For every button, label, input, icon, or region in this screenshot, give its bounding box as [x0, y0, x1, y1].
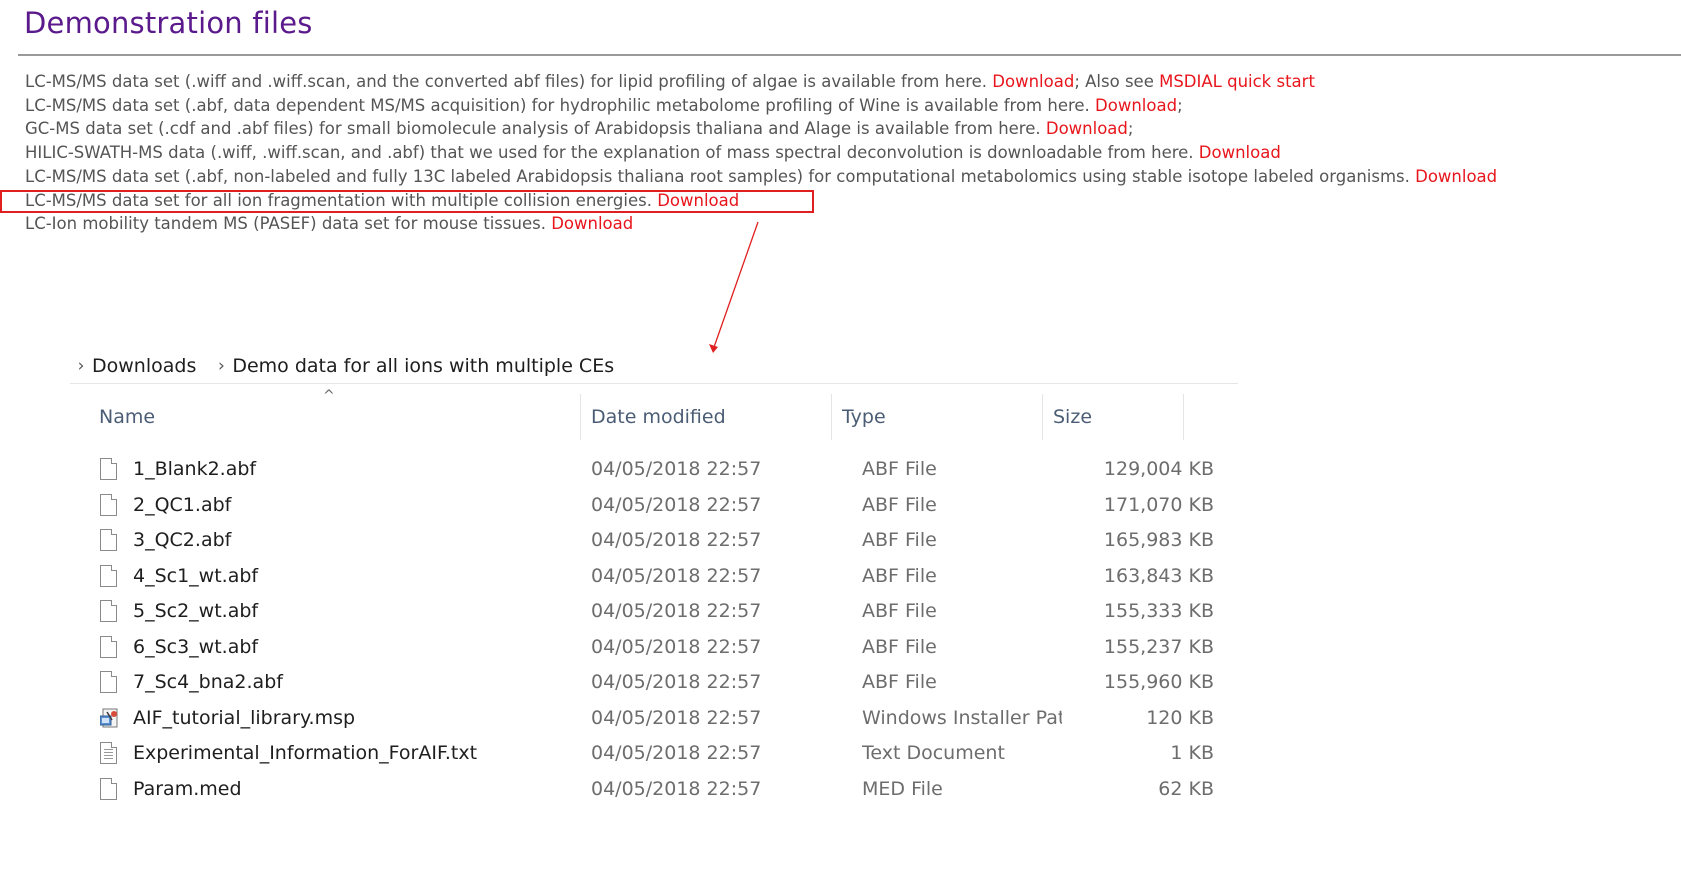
file-size: 129,004 KB [1103, 458, 1214, 480]
file-row[interactable]: 5_Sc2_wt.abf 04/05/2018 22:57 ABF File 1… [70, 594, 1240, 630]
dataset-description: LC-Ion mobility tandem MS (PASEF) data s… [25, 214, 552, 234]
file-size: 62 KB [1158, 777, 1214, 800]
file-icon [100, 772, 120, 808]
file-explorer: › Downloads › Demo data for all ions wit… [70, 350, 1240, 810]
file-size: 165,983 KB [1103, 529, 1214, 551]
download-link[interactable]: Download [551, 214, 633, 233]
download-link[interactable]: Download [1046, 119, 1128, 138]
chevron-right-icon[interactable]: › [210, 356, 232, 376]
dataset-separator: ; [1127, 119, 1134, 139]
dataset-separator: ; [1177, 95, 1183, 115]
file-size: 155,960 KB [1103, 671, 1214, 693]
file-date-modified: 04/05/2018 22:57 [591, 706, 762, 729]
file-name: 3_QC2.abf [133, 529, 232, 551]
file-name: Param.med [133, 777, 242, 800]
file-type: ABF File [862, 458, 937, 480]
file-row[interactable]: 6_Sc3_wt.abf 04/05/2018 22:57 ABF File 1… [70, 630, 1240, 666]
download-link[interactable]: Download [1199, 143, 1281, 162]
file-type: ABF File [862, 493, 937, 516]
file-name: AIF_tutorial_library.msp [133, 706, 356, 729]
file-row[interactable]: Experimental_Information_ForAIF.txt 04/0… [70, 736, 1240, 772]
download-link[interactable]: Download [1415, 167, 1497, 186]
file-type: ABF File [862, 529, 937, 551]
file-name: 6_Sc3_wt.abf [133, 635, 259, 658]
file-row[interactable]: AIF_tutorial_library.msp 04/05/2018 22:5… [70, 701, 1240, 737]
column-header-name[interactable]: Name [89, 394, 580, 440]
file-type: ABF File [862, 635, 937, 658]
installer-patch-icon [100, 701, 120, 737]
file-size: 1 KB [1170, 742, 1214, 764]
dataset-description: HILIC-SWATH-MS data (.wiff, .wiff.scan, … [25, 143, 1199, 163]
column-header-date-modified[interactable]: Date modified [581, 394, 831, 440]
highlight-box [0, 190, 814, 213]
dataset-separator: ; Also see [1074, 72, 1160, 91]
file-type: ABF File [862, 600, 937, 622]
dataset-line-1: LC-MS/MS data set (.wiff and .wiff.scan,… [25, 70, 1675, 94]
file-row[interactable]: 1_Blank2.abf 04/05/2018 22:57 ABF File 1… [70, 452, 1240, 488]
file-name: 1_Blank2.abf [133, 458, 257, 480]
file-date-modified: 04/05/2018 22:57 [591, 529, 762, 551]
file-row[interactable]: 3_QC2.abf 04/05/2018 22:57 ABF File 165,… [70, 523, 1240, 559]
file-icon [100, 452, 120, 488]
file-date-modified: 04/05/2018 22:57 [591, 600, 762, 622]
file-type: ABF File [862, 564, 937, 587]
file-type: MED File [862, 777, 943, 800]
file-type: ABF File [862, 671, 937, 693]
dataset-line-2: LC-MS/MS data set (.abf, data dependent … [25, 94, 1675, 118]
file-size: 163,843 KB [1103, 564, 1214, 587]
file-size: 171,070 KB [1103, 493, 1214, 516]
file-icon [100, 630, 120, 666]
file-row[interactable]: 4_Sc1_wt.abf 04/05/2018 22:57 ABF File 1… [70, 559, 1240, 595]
file-size: 155,333 KB [1103, 600, 1214, 622]
download-link[interactable]: Download [1095, 96, 1177, 115]
file-date-modified: 04/05/2018 22:57 [591, 635, 762, 658]
text-document-icon [100, 736, 120, 772]
file-date-modified: 04/05/2018 22:57 [591, 671, 762, 693]
file-icon [100, 665, 120, 701]
file-size: 120 KB [1146, 706, 1214, 729]
chevron-right-icon[interactable]: › [70, 356, 92, 376]
file-list: 1_Blank2.abf 04/05/2018 22:57 ABF File 1… [70, 452, 1240, 807]
breadcrumb-divider [70, 383, 1238, 384]
file-icon [100, 523, 120, 559]
file-date-modified: 04/05/2018 22:57 [591, 458, 762, 480]
file-name: 7_Sc4_bna2.abf [133, 671, 283, 693]
file-name: 4_Sc1_wt.abf [133, 564, 259, 587]
column-header-type[interactable]: Type [832, 394, 1042, 440]
dataset-description: LC-MS/MS data set (.abf, non-labeled and… [25, 166, 1416, 186]
file-type: Windows Installer Pat... [862, 706, 1062, 729]
file-icon [100, 488, 120, 524]
page-title: Demonstration files [24, 6, 313, 40]
file-type: Text Document [862, 742, 1005, 764]
breadcrumb-item-downloads[interactable]: Downloads [92, 355, 196, 377]
dataset-description: LC-MS/MS data set (.wiff and .wiff.scan,… [25, 72, 993, 91]
breadcrumb: › Downloads › Demo data for all ions wit… [70, 350, 1240, 382]
file-row[interactable]: Param.med 04/05/2018 22:57 MED File 62 K… [70, 772, 1240, 808]
file-name: 2_QC1.abf [133, 493, 232, 516]
dataset-line-5: LC-MS/MS data set (.abf, non-labeled and… [25, 165, 1675, 189]
column-divider[interactable] [1183, 394, 1184, 440]
file-row[interactable]: 7_Sc4_bna2.abf 04/05/2018 22:57 ABF File… [70, 665, 1240, 701]
breadcrumb-item-current-folder[interactable]: Demo data for all ions with multiple CEs [232, 355, 614, 377]
file-icon [100, 559, 120, 595]
file-date-modified: 04/05/2018 22:57 [591, 777, 762, 800]
dataset-line-4: HILIC-SWATH-MS data (.wiff, .wiff.scan, … [25, 141, 1675, 165]
file-date-modified: 04/05/2018 22:57 [591, 564, 762, 587]
dataset-line-7: LC-Ion mobility tandem MS (PASEF) data s… [25, 212, 1675, 236]
file-icon [100, 594, 120, 630]
file-date-modified: 04/05/2018 22:57 [591, 493, 762, 516]
dataset-description: LC-MS/MS data set (.abf, data dependent … [25, 95, 1096, 115]
column-header-size[interactable]: Size [1043, 394, 1183, 440]
title-divider [18, 54, 1681, 56]
file-size: 155,237 KB [1103, 635, 1214, 658]
dataset-line-3: GC-MS data set (.cdf and .abf files) for… [25, 117, 1675, 141]
file-name: 5_Sc2_wt.abf [133, 600, 259, 622]
download-link[interactable]: Download [992, 72, 1074, 91]
file-row[interactable]: 2_QC1.abf 04/05/2018 22:57 ABF File 171,… [70, 488, 1240, 524]
msdial-quick-start-link[interactable]: MSDIAL quick start [1159, 72, 1315, 91]
file-name: Experimental_Information_ForAIF.txt [133, 742, 478, 764]
file-date-modified: 04/05/2018 22:57 [591, 742, 762, 764]
dataset-description: GC-MS data set (.cdf and .abf files) for… [25, 119, 1046, 139]
